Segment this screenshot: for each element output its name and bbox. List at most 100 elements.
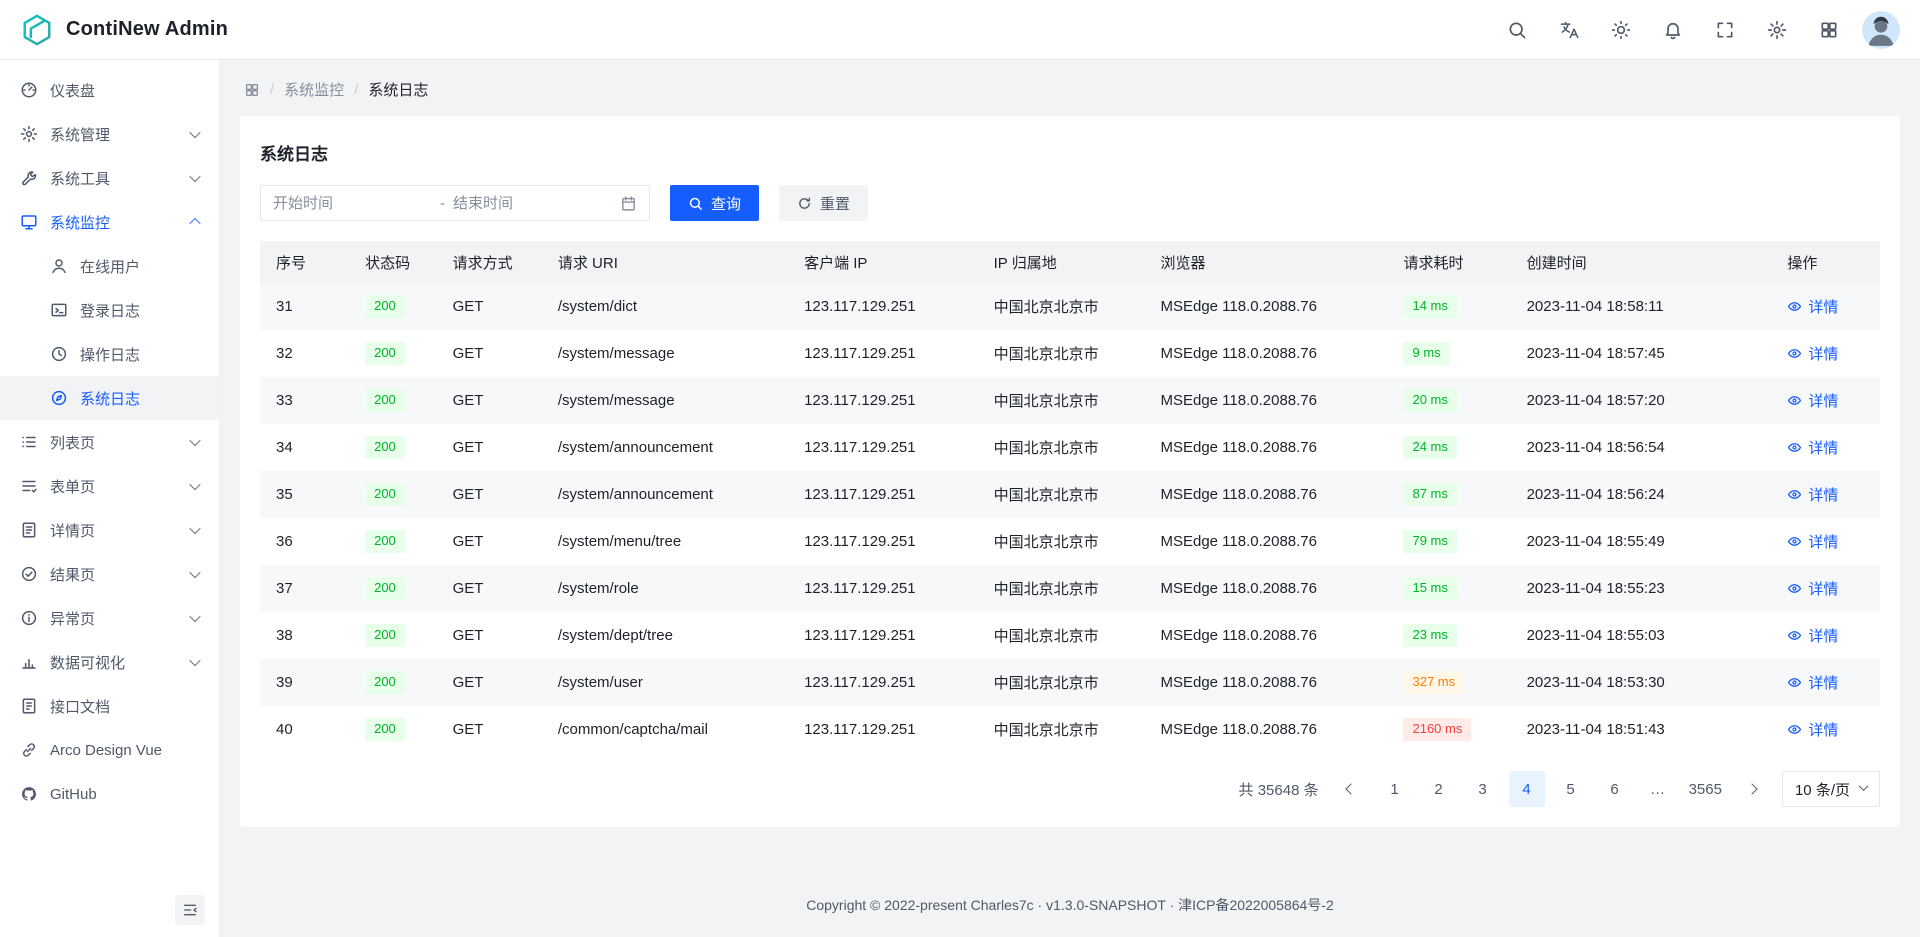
page-size-select[interactable]: 10 条/页: [1782, 771, 1880, 807]
cell-uri: /system/menu/tree: [542, 518, 788, 565]
sidebar-item-label: 系统管理: [50, 124, 110, 145]
sidebar-footer: [0, 883, 219, 937]
sidebar-item-label: 列表页: [50, 432, 95, 453]
sidebar-item-api-doc[interactable]: 接口文档: [0, 684, 219, 728]
detail-link[interactable]: 详情: [1787, 296, 1838, 317]
system-log-table: 序号状态码请求方式请求 URI客户端 IPIP 归属地浏览器请求耗时创建时间操作…: [260, 241, 1880, 753]
logo[interactable]: ContiNew Admin: [20, 13, 228, 47]
end-time-input[interactable]: [453, 195, 612, 212]
translate-button[interactable]: [1550, 11, 1588, 49]
sidebar-item-online-users[interactable]: 在线用户: [0, 244, 219, 288]
chevron-up-icon: [191, 218, 199, 226]
sidebar-item-github[interactable]: GitHub: [0, 772, 219, 816]
cell-client-ip: 123.117.129.251: [788, 565, 978, 612]
cell-created-time: 2023-11-04 18:58:11: [1511, 283, 1772, 330]
sidebar-item-label: 操作日志: [80, 344, 140, 365]
notifications-button[interactable]: [1654, 11, 1692, 49]
sidebar-item-dashboard[interactable]: 仪表盘: [0, 68, 219, 112]
cell-no: 31: [260, 283, 349, 330]
cell-method: GET: [437, 518, 542, 565]
list-icon: [20, 433, 38, 451]
sidebar-item-label: 仪表盘: [50, 80, 95, 101]
search-button[interactable]: 查询: [670, 185, 759, 221]
table-row: 32 200 GET /system/message 123.117.129.2…: [260, 330, 1880, 377]
column-header: 操作: [1771, 241, 1880, 283]
theme-toggle-button[interactable]: [1602, 11, 1640, 49]
cell-actions: 详情: [1771, 518, 1880, 565]
cell-actions: 详情: [1771, 377, 1880, 424]
system-monitor-submenu: 在线用户 登录日志 操作日志: [0, 244, 219, 420]
cell-client-ip: 123.117.129.251: [788, 471, 978, 518]
sidebar-item-system-tools[interactable]: 系统工具: [0, 156, 219, 200]
sidebar-item-result-page[interactable]: 结果页: [0, 552, 219, 596]
page-number-button[interactable]: …: [1641, 771, 1677, 807]
next-page-button[interactable]: [1734, 771, 1770, 807]
page-number-button[interactable]: 3: [1465, 771, 1501, 807]
sidebar-item-exception-page[interactable]: 异常页: [0, 596, 219, 640]
page-number-button[interactable]: 2: [1421, 771, 1457, 807]
detail-link[interactable]: 详情: [1787, 719, 1838, 740]
cell-duration: 87 ms: [1387, 471, 1510, 518]
sun-icon: [1611, 20, 1631, 40]
sidebar-item-form-page[interactable]: 表单页: [0, 464, 219, 508]
prev-page-button[interactable]: [1333, 771, 1369, 807]
cell-status: 200: [349, 565, 436, 612]
cell-client-ip: 123.117.129.251: [788, 330, 978, 377]
status-badge: 200: [365, 624, 405, 647]
cell-status: 200: [349, 659, 436, 706]
search-button[interactable]: [1498, 11, 1536, 49]
app-title: ContiNew Admin: [66, 18, 228, 41]
cell-created-time: 2023-11-04 18:55:49: [1511, 518, 1772, 565]
eye-icon: [1787, 628, 1802, 643]
page-number-button[interactable]: 1: [1377, 771, 1413, 807]
cell-ip-location: 中国北京北京市: [978, 283, 1145, 330]
cell-status: 200: [349, 706, 436, 753]
page-number-button[interactable]: 4: [1509, 771, 1545, 807]
cell-duration: 24 ms: [1387, 424, 1510, 471]
detail-link[interactable]: 详情: [1787, 672, 1838, 693]
sidebar-item-system-management[interactable]: 系统管理: [0, 112, 219, 156]
detail-link[interactable]: 详情: [1787, 625, 1838, 646]
sidebar-item-label: 结果页: [50, 564, 95, 585]
date-range-picker[interactable]: -: [260, 185, 650, 221]
search-icon: [1507, 20, 1527, 40]
detail-link[interactable]: 详情: [1787, 484, 1838, 505]
avatar[interactable]: [1862, 11, 1900, 49]
detail-link[interactable]: 详情: [1787, 531, 1838, 552]
fullscreen-button[interactable]: [1706, 11, 1744, 49]
settings-button[interactable]: [1758, 11, 1796, 49]
detail-link[interactable]: 详情: [1787, 578, 1838, 599]
column-header: 浏览器: [1144, 241, 1387, 283]
status-badge: 200: [365, 483, 405, 506]
collapse-sidebar-button[interactable]: [175, 895, 205, 925]
start-time-input[interactable]: [273, 195, 432, 212]
tool-icon: [20, 169, 38, 187]
sidebar-item-operation-log[interactable]: 操作日志: [0, 332, 219, 376]
page-number-button[interactable]: 3565: [1685, 771, 1726, 807]
breadcrumb-home-icon[interactable]: [244, 82, 260, 98]
reset-button[interactable]: 重置: [779, 185, 868, 221]
breadcrumb-item-system-monitor[interactable]: 系统监控: [284, 79, 344, 100]
sidebar-item-system-monitor[interactable]: 系统监控: [0, 200, 219, 244]
apps-grid-button[interactable]: [1810, 11, 1848, 49]
cell-client-ip: 123.117.129.251: [788, 424, 978, 471]
sidebar-item-system-log[interactable]: 系统日志: [0, 376, 219, 420]
gear-icon: [20, 125, 38, 143]
detail-link[interactable]: 详情: [1787, 343, 1838, 364]
sidebar-item-data-visualization[interactable]: 数据可视化: [0, 640, 219, 684]
cell-actions: 详情: [1771, 471, 1880, 518]
detail-link-label: 详情: [1808, 484, 1838, 505]
sidebar-item-arco-design-vue[interactable]: Arco Design Vue: [0, 728, 219, 772]
cell-duration: 2160 ms: [1387, 706, 1510, 753]
page-number-button[interactable]: 6: [1597, 771, 1633, 807]
calendar-icon: [620, 195, 637, 212]
detail-link[interactable]: 详情: [1787, 437, 1838, 458]
cell-client-ip: 123.117.129.251: [788, 659, 978, 706]
sidebar-item-login-log[interactable]: 登录日志: [0, 288, 219, 332]
sidebar-item-detail-page[interactable]: 详情页: [0, 508, 219, 552]
chevron-down-icon: [191, 570, 199, 578]
detail-link[interactable]: 详情: [1787, 390, 1838, 411]
page-number-button[interactable]: 5: [1553, 771, 1589, 807]
cell-ip-location: 中国北京北京市: [978, 424, 1145, 471]
sidebar-item-list-page[interactable]: 列表页: [0, 420, 219, 464]
